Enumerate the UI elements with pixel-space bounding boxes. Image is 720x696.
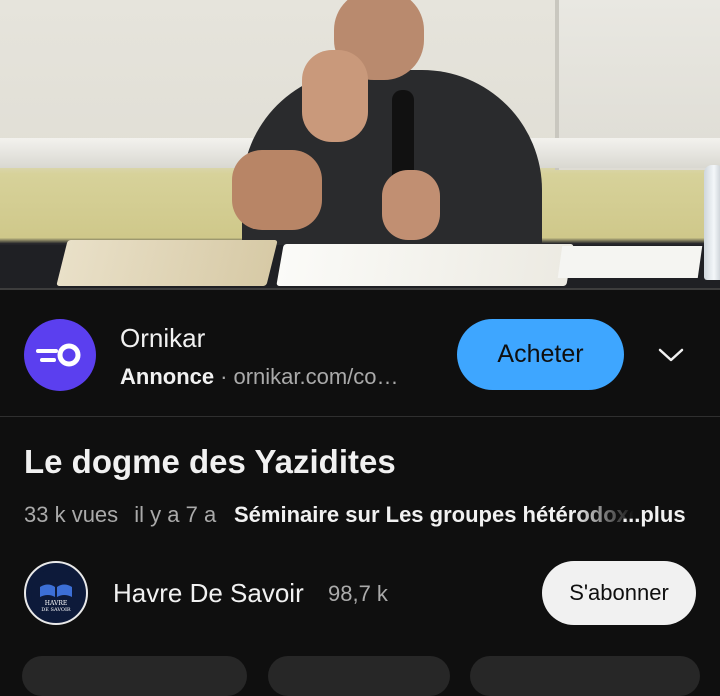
havre-de-savoir-logo: HAVRE DE SAVOIR	[31, 568, 81, 618]
ornikar-logo-icon	[24, 319, 96, 391]
ad-url: ornikar.com/co…	[233, 364, 399, 389]
open-book-left	[56, 240, 278, 286]
channel-name[interactable]: Havre De Savoir	[113, 578, 304, 609]
upload-age: il y a 7 a	[134, 502, 217, 527]
share-chip[interactable]	[268, 656, 450, 696]
series-name: Séminaire sur Les groupes hétérodoxes	[234, 502, 634, 527]
video-progress-bar[interactable]	[0, 288, 720, 290]
divider	[0, 416, 720, 417]
open-book-right	[276, 244, 574, 286]
video-player[interactable]	[0, 0, 720, 290]
avatar-text-1: HAVRE	[45, 600, 68, 607]
video-title[interactable]: Le dogme des Yazidites	[24, 443, 396, 481]
paper-sheet	[557, 246, 703, 278]
more-link[interactable]: ...plus	[622, 502, 686, 528]
subscriber-count: 98,7 k	[328, 581, 388, 606]
ad-subline: Annonce · ornikar.com/co…	[120, 364, 399, 390]
ad-advertiser-name: Ornikar	[120, 323, 206, 353]
action-chip[interactable]	[470, 656, 700, 696]
subscribe-button[interactable]: S'abonner	[542, 561, 696, 625]
view-count: 33 k vues	[24, 502, 119, 527]
avatar-text-2: DE SAVOIR	[41, 607, 71, 613]
ad-badge: Annonce	[120, 364, 215, 389]
ad-banner[interactable]: Ornikar Annonce · ornikar.com/co… Acheter	[0, 292, 720, 416]
video-metadata[interactable]: 33 k vues il y a 7 a Séminaire sur Les g…	[24, 502, 694, 532]
channel-avatar[interactable]: HAVRE DE SAVOIR	[24, 561, 88, 625]
like-dislike-chip[interactable]	[22, 656, 247, 696]
ad-separator: ·	[220, 364, 228, 389]
water-bottle	[704, 165, 720, 280]
buy-button[interactable]: Acheter	[457, 319, 624, 390]
chevron-down-icon[interactable]	[654, 338, 688, 372]
